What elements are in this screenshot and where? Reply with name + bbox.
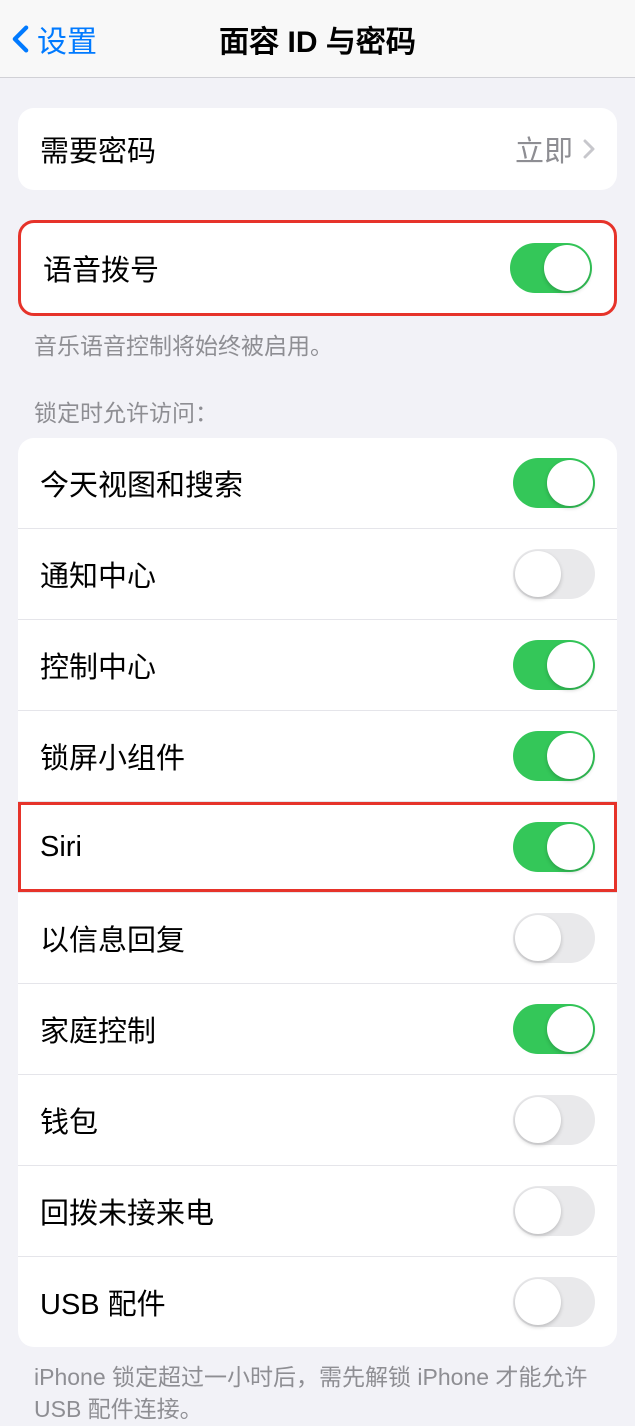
locked-item-label: Siri [40, 831, 82, 864]
locked-item-label: 以信息回复 [40, 917, 185, 959]
locked-item-toggle[interactable] [513, 549, 595, 599]
locked-item-row: 以信息回复 [18, 892, 617, 983]
voice-dial-row: 语音拨号 [21, 223, 614, 313]
locked-item-label: 锁屏小组件 [40, 735, 185, 777]
locked-item-toggle[interactable] [513, 1186, 595, 1236]
locked-item-label: USB 配件 [40, 1281, 166, 1323]
require-passcode-value: 立即 [515, 128, 573, 170]
voice-dial-label: 语音拨号 [43, 247, 159, 289]
require-passcode-row[interactable]: 需要密码 立即 [18, 108, 617, 190]
locked-item-row: USB 配件 [18, 1256, 617, 1347]
locked-item-row: Siri [18, 801, 617, 892]
chevron-right-icon [583, 139, 595, 159]
require-passcode-label: 需要密码 [40, 128, 156, 170]
locked-item-row: 今天视图和搜索 [18, 438, 617, 528]
locked-item-label: 通知中心 [40, 553, 156, 595]
locked-item-label: 钱包 [40, 1099, 98, 1141]
locked-item-label: 家庭控制 [40, 1008, 156, 1050]
locked-item-row: 控制中心 [18, 619, 617, 710]
voice-dial-toggle[interactable] [510, 243, 592, 293]
back-button[interactable]: 设置 [12, 17, 97, 61]
locked-item-toggle[interactable] [513, 458, 595, 508]
locked-item-toggle[interactable] [513, 1095, 595, 1145]
locked-item-row: 回拨未接来电 [18, 1165, 617, 1256]
voice-dial-footer: 音乐语音控制将始终被启用。 [34, 330, 601, 362]
locked-item-toggle[interactable] [513, 1004, 595, 1054]
locked-item-toggle[interactable] [513, 1277, 595, 1327]
chevron-left-icon [12, 24, 29, 54]
locked-item-toggle[interactable] [513, 913, 595, 963]
locked-access-footer: iPhone 锁定超过一小时后，需先解锁 iPhone 才能允许 USB 配件连… [34, 1361, 601, 1425]
locked-item-label: 今天视图和搜索 [40, 462, 243, 504]
voice-dial-group: 语音拨号 [18, 220, 617, 316]
locked-item-toggle[interactable] [513, 640, 595, 690]
locked-item-toggle[interactable] [513, 731, 595, 781]
locked-access-group: 今天视图和搜索通知中心控制中心锁屏小组件 Siri 以信息回复家庭控制钱包回拨未接来… [18, 438, 617, 1347]
nav-bar: 设置 面容 ID 与密码 [0, 0, 635, 78]
locked-item-label: 回拨未接来电 [40, 1190, 214, 1232]
locked-item-row: 家庭控制 [18, 983, 617, 1074]
locked-item-row: 通知中心 [18, 528, 617, 619]
page-title: 面容 ID 与密码 [219, 17, 416, 61]
locked-item-toggle[interactable] [513, 822, 595, 872]
locked-access-header: 锁定时允许访问： [34, 394, 601, 428]
locked-item-row: 锁屏小组件 [18, 710, 617, 801]
locked-item-row: 钱包 [18, 1074, 617, 1165]
passcode-group: 需要密码 立即 [18, 108, 617, 190]
back-label: 设置 [37, 17, 97, 61]
locked-item-label: 控制中心 [40, 644, 156, 686]
